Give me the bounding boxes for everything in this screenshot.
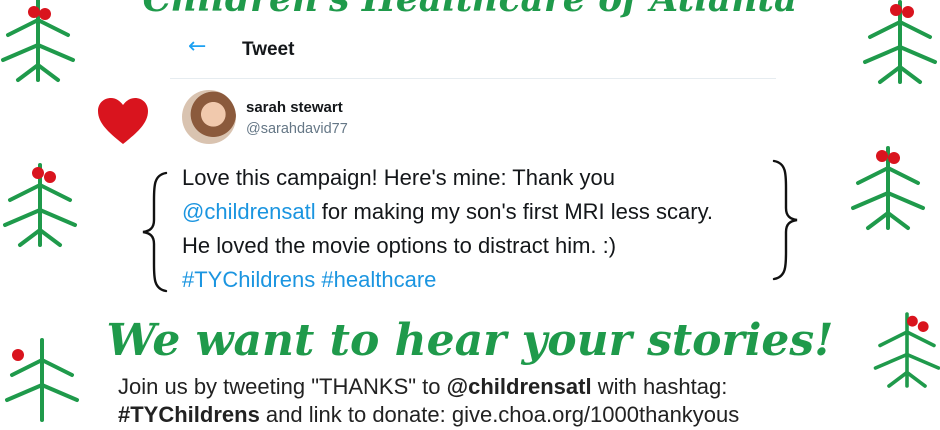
hashtag-link[interactable]: #healthcare	[321, 267, 436, 292]
tweet-user-name[interactable]: sarah stewart	[246, 99, 343, 116]
heart-icon	[98, 98, 148, 144]
tweet-line: He loved the movie options to distract h…	[182, 233, 617, 258]
banner-title: Children's Healthcare of Atlanta	[0, 0, 940, 20]
join-text: Join us by tweeting "THANKS" to @childre…	[118, 373, 739, 429]
tweet-text: for making my son's first MRI less scary…	[315, 199, 714, 224]
tweet-user-handle[interactable]: @sarahdavid77	[246, 121, 348, 137]
tweet-line: @childrensatl for making my son's first …	[182, 195, 782, 229]
back-arrow-icon[interactable]: ←	[188, 34, 206, 59]
avatar[interactable]	[182, 90, 236, 144]
join-line2: and link to donate: give.choa.org/1000th…	[259, 402, 740, 427]
mistletoe-decoration-icon	[3, 163, 77, 247]
hashtag-link[interactable]: #TYChildrens	[182, 267, 315, 292]
join-suffix: with hashtag:	[591, 374, 728, 399]
tweet-header: ← Tweet	[170, 28, 776, 79]
join-hashtag: #TYChildrens	[118, 402, 260, 427]
tweet-header-title: Tweet	[242, 39, 295, 60]
mistletoe-decoration-icon	[1, 0, 75, 82]
tweet-line: Love this campaign! Here's mine: Thank y…	[182, 165, 616, 190]
join-mention: @childrensatl	[446, 374, 592, 399]
cta-headline: We want to hear your stories!	[106, 315, 834, 366]
join-prefix: Join us by tweeting "THANKS" to	[118, 374, 447, 399]
mention-link[interactable]: @childrensatl	[182, 199, 316, 224]
left-brace-icon	[142, 171, 168, 293]
tweet-body: Love this campaign! Here's mine: Thank y…	[182, 161, 782, 297]
mistletoe-decoration-icon	[851, 146, 925, 230]
mistletoe-decoration-icon	[863, 0, 937, 84]
tweet-line: #TYChildrens #healthcare	[182, 263, 782, 297]
